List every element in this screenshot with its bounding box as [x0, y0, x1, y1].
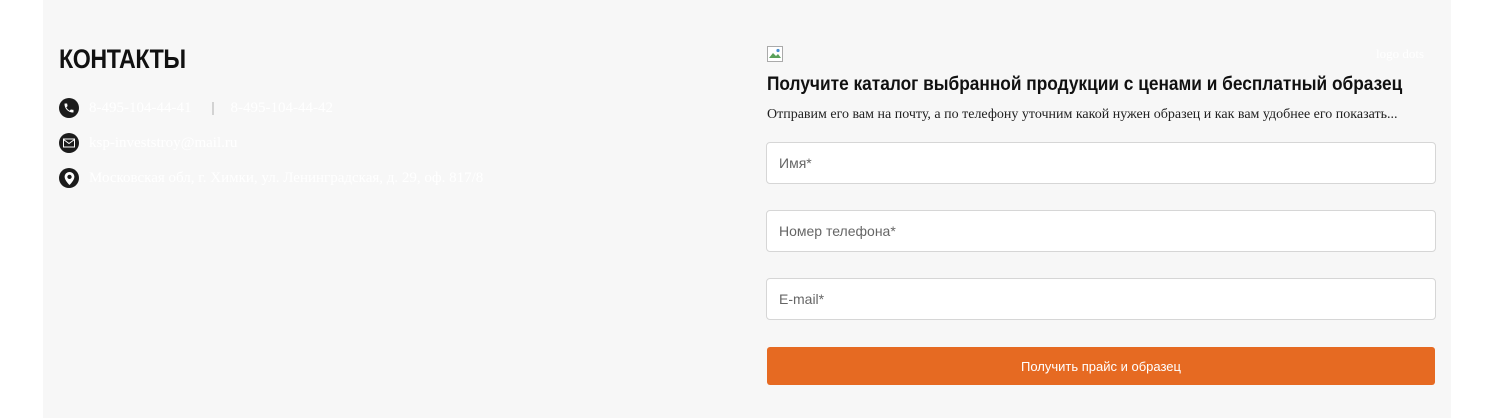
- email-link[interactable]: ksp-investstroy@mail.ru: [89, 135, 237, 152]
- form-subtitle: Отправим его вам на почту, а по телефону…: [767, 107, 1398, 122]
- contact-email: ksp-investstroy@mail.ru: [59, 133, 237, 153]
- location-pin-icon: [59, 168, 79, 188]
- name-input[interactable]: [766, 142, 1436, 184]
- contact-address: Московская обл, г. Химки, ул. Ленинградс…: [59, 168, 483, 188]
- address-text: Московская обл, г. Химки, ул. Ленинградс…: [89, 169, 484, 186]
- broken-image-icon: [767, 46, 783, 62]
- email-input[interactable]: [766, 278, 1436, 320]
- phone-input[interactable]: [766, 210, 1436, 252]
- phone-icon: [59, 98, 79, 118]
- phone-separator: |: [211, 99, 215, 116]
- mail-icon: [59, 133, 79, 153]
- contacts-title: КОНТАКТЫ: [59, 44, 186, 74]
- contact-phones: 8-495-104-44-41 | 8-495-104-44-42: [59, 98, 333, 118]
- phone-link-2[interactable]: 8-495-104-44-42: [231, 100, 333, 117]
- logo-alt-text: logo dots: [1376, 46, 1425, 61]
- form-title: Получите каталог выбранной продукции с ц…: [767, 74, 1403, 95]
- submit-button[interactable]: Получить прайс и образец: [767, 347, 1435, 385]
- phone-link-1[interactable]: 8-495-104-44-41: [89, 100, 191, 117]
- contacts-section: КОНТАКТЫ 8-495-104-44-41 | 8-495-104-44-…: [43, 0, 1451, 418]
